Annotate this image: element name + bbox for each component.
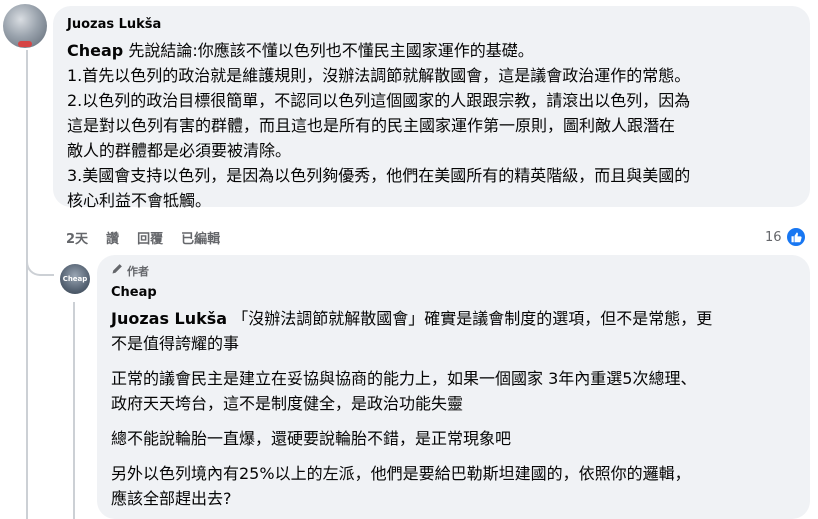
mention-link[interactable]: Cheap <box>67 41 123 60</box>
reply-line: 總不能說輪胎一直爆，還硬要說輪胎不錯，是正常現象吧 <box>111 426 796 451</box>
reply-text: 政府天天垮台，這不是制度健全，是政治功能失靈 <box>111 394 464 413</box>
thread-line <box>26 50 28 519</box>
thread-connector <box>26 252 54 276</box>
avatar[interactable] <box>3 4 47 48</box>
reply-bubble: 作者 Cheap Juozas Lukša 「沒辦法調節就解散國會」確實是議會制… <box>97 255 810 519</box>
comment-line: 1.首先以色列的政治就是維護規則，沒辦法調節就解散國會，這是議會政治運作的常態。 <box>67 63 796 88</box>
comment-line: 敵人的群體都是必須要被清除。 <box>67 138 796 163</box>
comment-bubble: Juozas Lukša Cheap 先說結論:你應該不懂以色列也不懂民主國家運… <box>53 6 810 210</box>
avatar-label: Cheap <box>62 275 88 283</box>
comment-text: 這是對以色列有害的群體，而且這也是所有的民主國家運作第一原則，圖利敵人跟潛在 <box>67 116 676 135</box>
edited-label[interactable]: 已編輯 <box>181 228 220 247</box>
comment-text: 核心利益不會牴觸。 <box>67 191 212 210</box>
reply-line: 另外以色列境內有25%以上的左派，他們是要給巴勒斯坦建國的，依照你的邏輯， <box>111 461 796 486</box>
comment-line: Cheap 先說結論:你應該不懂以色列也不懂民主國家運作的基礎。 <box>67 38 796 63</box>
author-badge-label: 作者 <box>127 264 149 278</box>
reply-text: 「沒辦法調節就解散國會」確實是議會制度的選項，但不是常態，更 <box>232 309 713 328</box>
reaction-summary[interactable]: 16 <box>765 226 807 248</box>
reply-line: Juozas Lukša 「沒辦法調節就解散國會」確實是議會制度的選項，但不是常… <box>111 306 796 331</box>
reply-line: 正常的議會民主是建立在妥協與協商的能力上，如果一個國家 3年內重選5次總理、 <box>111 366 796 391</box>
comment-line: 2.以色列的政治目標很簡單，不認同以色列這個國家的人跟跟宗教，請滾出以色列，因為 <box>67 88 796 113</box>
reply-author[interactable]: Cheap <box>111 284 796 302</box>
mention-link[interactable]: Juozas Lukša <box>111 309 227 328</box>
reply-text: 正常的議會民主是建立在妥協與協商的能力上，如果一個國家 3年內重選5次總理、 <box>111 369 697 388</box>
comment-line: 這是對以色列有害的群體，而且這也是所有的民主國家運作第一原則，圖利敵人跟潛在 <box>67 113 796 138</box>
comment-author[interactable]: Juozas Lukša <box>67 16 796 34</box>
comment-actions: 2天 讚 回覆 已編輯 <box>66 228 220 247</box>
reply-thread-line <box>73 302 75 519</box>
reply-line: 政府天天垮台，這不是制度健全，是政治功能失靈 <box>111 391 796 416</box>
comment-time[interactable]: 2天 <box>66 228 88 247</box>
comment-text: 3.美國會支持以色列，是因為以色列夠優秀，他們在美國所有的精英階級，而且與美國的 <box>67 166 691 185</box>
reply-text: 總不能說輪胎一直爆，還硬要說輪胎不錯，是正常現象吧 <box>111 429 512 448</box>
like-button[interactable]: 讚 <box>106 228 119 247</box>
reply-avatar[interactable]: Cheap <box>60 264 90 294</box>
reaction-count: 16 <box>765 229 782 245</box>
comment-body: Cheap 先說結論:你應該不懂以色列也不懂民主國家運作的基礎。 1.首先以色列… <box>67 38 796 213</box>
comment-line: 3.美國會支持以色列，是因為以色列夠優秀，他們在美國所有的精英階級，而且與美國的 <box>67 163 796 188</box>
reply-button[interactable]: 回覆 <box>137 228 163 247</box>
author-badge: 作者 <box>111 263 796 280</box>
pen-icon <box>111 263 123 280</box>
thumbs-up-icon <box>784 226 807 248</box>
comment-line: 核心利益不會牴觸。 <box>67 188 796 213</box>
reply-text: 不是值得誇耀的事 <box>111 334 240 353</box>
reply-text: 應該全部趕出去? <box>111 489 232 508</box>
reply-line: 應該全部趕出去? <box>111 486 796 511</box>
comment-text: 敵人的群體都是必須要被清除。 <box>67 141 292 160</box>
reply-text: 另外以色列境內有25%以上的左派，他們是要給巴勒斯坦建國的，依照你的邏輯， <box>111 464 691 483</box>
comment-text: 2.以色列的政治目標很簡單，不認同以色列這個國家的人跟跟宗教，請滾出以色列，因為 <box>67 91 691 110</box>
comment-text: 1.首先以色列的政治就是維護規則，沒辦法調節就解散國會，這是議會政治運作的常態。 <box>67 66 691 85</box>
reply-body: Juozas Lukša 「沒辦法調節就解散國會」確實是議會制度的選項，但不是常… <box>111 306 796 511</box>
avatar-status-badge <box>18 41 32 47</box>
reply-line: 不是值得誇耀的事 <box>111 331 796 356</box>
comment-text: 先說結論:你應該不懂以色列也不懂民主國家運作的基礎。 <box>123 41 534 60</box>
